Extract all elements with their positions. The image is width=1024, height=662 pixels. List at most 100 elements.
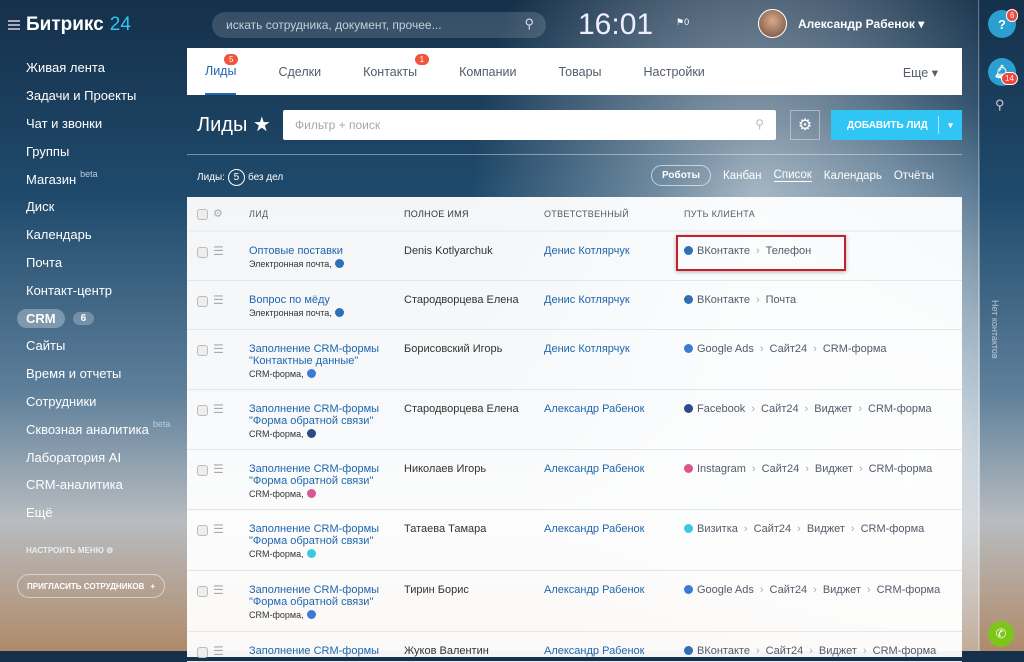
menu-icon[interactable] <box>8 20 20 30</box>
responsible-link[interactable]: Александр Рабенок <box>544 571 684 631</box>
sidebar-item[interactable]: Сайты <box>26 332 170 360</box>
row-checkbox[interactable] <box>197 296 208 307</box>
drag-handle-icon[interactable]: ☰ <box>213 450 237 509</box>
sidebar-item[interactable]: Магазин beta <box>26 165 170 193</box>
responsible-link[interactable]: Александр Рабенок <box>544 390 684 449</box>
path-step: Почта <box>765 294 797 306</box>
row-checkbox[interactable] <box>197 647 208 658</box>
sidebar-item[interactable]: Время и отчеты <box>26 360 170 388</box>
responsible-link[interactable]: Денис Котлярчук <box>544 281 684 329</box>
filter-search-input[interactable]: Фильтр + поиск ⚲ <box>283 110 776 140</box>
full-name: Стародворцева Елена <box>404 294 519 306</box>
lead-link[interactable]: Заполнение CRM-формы "Форма обратной свя… <box>249 403 404 427</box>
lead-link[interactable]: Заполнение CRM-формы "Форма обратной свя… <box>249 584 404 608</box>
settings-button[interactable]: ⚙ <box>790 110 820 140</box>
responsible-link[interactable]: Александр Рабенок <box>544 450 684 509</box>
view-0[interactable]: Канбан <box>723 170 762 182</box>
drag-handle-icon[interactable]: ☰ <box>213 632 237 661</box>
drag-handle-icon[interactable]: ☰ <box>213 390 237 449</box>
flag-counter[interactable]: ⚑0 <box>676 17 689 28</box>
responsible-link[interactable]: Александр Рабенок <box>544 510 684 570</box>
lead-cell: Заполнение CRM-формы <box>249 632 404 661</box>
chevron-down-icon[interactable]: ▾ <box>938 116 962 134</box>
sidebar-item[interactable]: Живая лента <box>26 54 170 82</box>
sidebar-item[interactable]: Сотрудники <box>26 388 170 416</box>
sidebar-item[interactable]: CRM 6 <box>17 304 170 332</box>
counter-badge[interactable]: 5 <box>227 169 245 186</box>
responsible-link[interactable]: Александр Рабенок <box>544 632 684 661</box>
drag-handle-icon[interactable]: ☰ <box>213 232 237 280</box>
drag-handle-icon[interactable]: ☰ <box>213 330 237 389</box>
row-checkbox[interactable] <box>197 465 208 476</box>
phone-button[interactable]: ✆ <box>988 621 1014 647</box>
col-responsible[interactable]: ОТВЕТСТВЕННЫЙ <box>544 209 684 219</box>
lead-link[interactable]: Заполнение CRM-формы <box>249 645 404 657</box>
crm-count: 6 <box>72 311 95 325</box>
source-icon <box>306 610 316 619</box>
row-checkbox[interactable] <box>197 525 208 536</box>
row-checkbox[interactable] <box>197 247 208 258</box>
sidebar-item[interactable]: Почта <box>26 249 170 277</box>
lead-link[interactable]: Заполнение CRM-формы "Форма обратной свя… <box>249 463 404 487</box>
user-menu[interactable]: Александр Рабенок ▾ <box>798 17 924 31</box>
source-label: CRM-форма, <box>249 429 304 439</box>
sidebar-item[interactable]: CRM-аналитика <box>26 471 170 499</box>
tab-3[interactable]: Компании <box>459 48 516 95</box>
global-search-input[interactable]: искать сотрудника, документ, прочее... ⚲ <box>212 12 546 38</box>
robots-button[interactable]: Роботы <box>651 165 712 186</box>
drag-handle-icon[interactable]: ☰ <box>213 281 237 329</box>
chevron-right-icon: › <box>862 645 867 657</box>
sidebar-item-label: Чат и звонки <box>26 115 103 131</box>
lead-link[interactable]: Заполнение CRM-формы "Контактные данные" <box>249 343 404 367</box>
lead-link[interactable]: Оптовые поставки <box>249 245 404 257</box>
lead-link[interactable]: Заполнение CRM-формы "Форма обратной свя… <box>249 523 404 547</box>
tab-4[interactable]: Товары <box>559 48 602 95</box>
tab-2[interactable]: Контакты 1 <box>363 48 430 95</box>
star-icon[interactable]: ★ <box>253 114 271 136</box>
gear-icon[interactable]: ⚙ <box>213 207 237 220</box>
add-lead-button[interactable]: ДОБАВИТЬ ЛИД ▾ <box>831 110 962 140</box>
tab-1[interactable]: Сделки <box>278 48 321 95</box>
row-checkbox[interactable] <box>197 345 208 356</box>
lead-source: CRM-форма, <box>249 610 404 620</box>
invite-button[interactable]: ПРИГЛАСИТЬ СОТРУДНИКОВ + <box>17 574 165 598</box>
row-checkbox[interactable] <box>197 586 208 597</box>
tab-0[interactable]: Лиды 5 <box>205 48 239 95</box>
source-icon <box>306 429 316 438</box>
view-2[interactable]: Календарь <box>824 170 882 182</box>
col-name[interactable]: ПОЛНОЕ ИМЯ <box>404 209 544 219</box>
sidebar-item[interactable]: Сквозная аналитика beta <box>26 415 170 443</box>
chevron-right-icon: › <box>809 645 813 657</box>
col-path[interactable]: ПУТЬ КЛИЕНТА <box>684 209 962 219</box>
search-icon[interactable]: ⚲ <box>995 97 1005 113</box>
responsible-link[interactable]: Денис Котлярчук <box>544 330 684 389</box>
col-lead[interactable]: ЛИД <box>249 209 404 219</box>
path-step: Виджет <box>814 403 853 415</box>
view-1[interactable]: Список <box>773 169 812 182</box>
lead-link[interactable]: Вопрос по мёду <box>249 294 404 306</box>
avatar[interactable] <box>758 9 787 38</box>
table-row: ☰ Заполнение CRM-формы "Форма обратной св… <box>187 510 962 571</box>
more-tabs[interactable]: Еще ▾ <box>903 65 938 80</box>
sidebar-item[interactable]: Задачи и Проекты <box>26 82 170 110</box>
logo[interactable]: Битрикс 24 <box>8 14 131 36</box>
clock[interactable]: 16:01 <box>578 8 653 42</box>
sidebar-item[interactable]: Диск <box>26 193 170 221</box>
client-path: Google Ads › Сайт24 › Виджет › CRM-форма <box>684 571 962 631</box>
configure-menu[interactable]: НАСТРОИТЬ МЕНЮ ⚙ <box>26 546 113 555</box>
drag-handle-icon[interactable]: ☰ <box>213 571 237 631</box>
sidebar-item[interactable]: Чат и звонки <box>26 110 170 138</box>
client-path: Facebook › Сайт24 › Виджет › CRM-форма <box>684 390 962 449</box>
row-checkbox[interactable] <box>197 405 208 416</box>
sidebar-item[interactable]: Группы <box>26 137 170 165</box>
sidebar-item[interactable]: Контакт-центр <box>26 276 170 304</box>
sidebar-item[interactable]: Ещё ▾ <box>26 499 170 527</box>
tab-5[interactable]: Настройки <box>644 48 705 95</box>
view-3[interactable]: Отчёты <box>894 170 934 182</box>
sidebar-item[interactable]: Лаборатория AI <box>26 443 170 471</box>
lead-cell: Заполнение CRM-формы "Контактные данные"… <box>249 330 404 389</box>
responsible-link[interactable]: Денис Котлярчук <box>544 232 684 280</box>
drag-handle-icon[interactable]: ☰ <box>213 510 237 570</box>
select-all-checkbox[interactable] <box>197 209 208 220</box>
sidebar-item[interactable]: Календарь <box>26 221 170 249</box>
